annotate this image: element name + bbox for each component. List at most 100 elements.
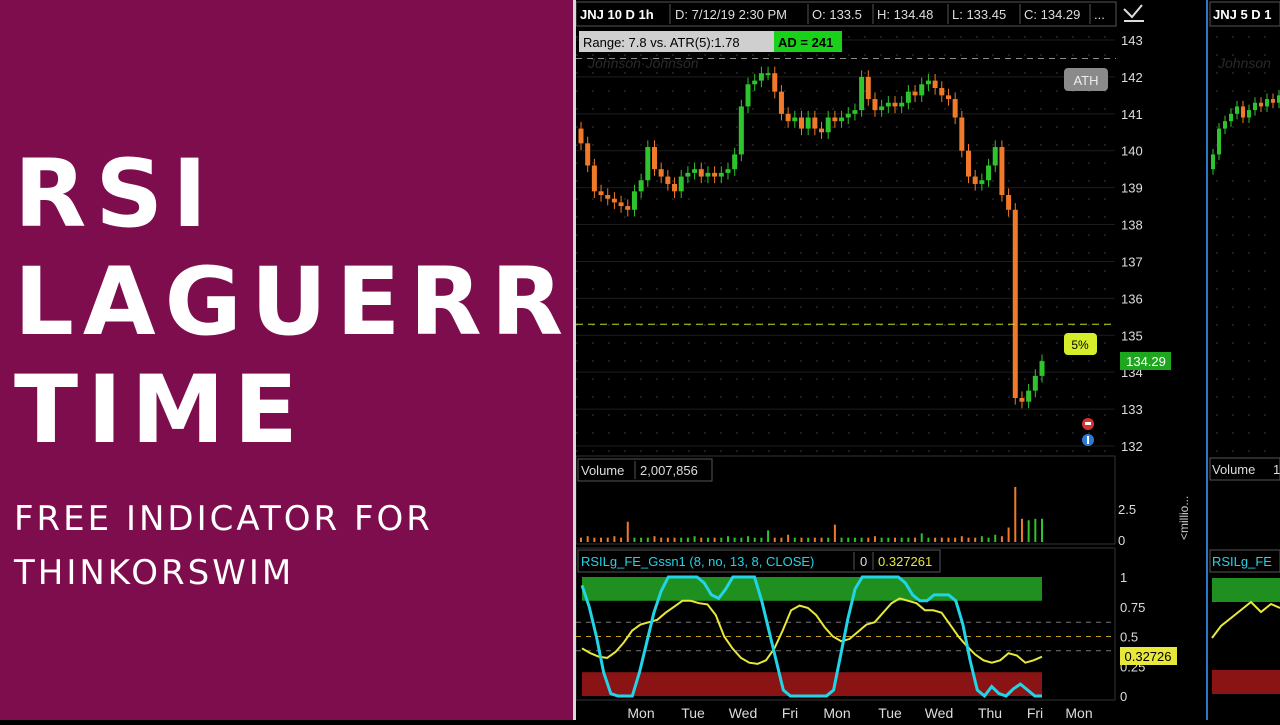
symbol-label[interactable]: JNJ 10 D 1h <box>580 7 654 22</box>
time-label: Thu <box>978 705 1002 720</box>
candle-body <box>792 117 798 122</box>
candle-body <box>665 176 671 184</box>
rsi-tick-label: 0 <box>1120 689 1127 704</box>
title-banner: RSI LAGUERRE TIME FREE INDICATOR FOR THI… <box>0 0 636 720</box>
ad-label: AD = 241 <box>778 35 833 50</box>
candle-body <box>1019 398 1025 402</box>
volume-bar <box>807 537 810 542</box>
chart-area[interactable]: 132 133 134 135 136 137 138 139 140 141 142 143 JNJ… <box>575 0 1280 721</box>
side-price-panel[interactable] <box>1210 28 1280 452</box>
time-label: Mon <box>1065 705 1092 720</box>
candle-body <box>718 172 724 177</box>
side-symbol-label[interactable]: JNJ 5 D 1 <box>1213 7 1272 22</box>
volume-bar <box>700 537 703 542</box>
volume-bar <box>686 537 689 542</box>
volume-bar <box>907 537 910 542</box>
candle-body <box>819 128 825 133</box>
volume-unit: <millio... <box>1177 496 1191 540</box>
candle-body <box>1026 390 1032 402</box>
volume-bar <box>847 537 850 542</box>
volume-bar <box>1041 518 1043 542</box>
more-menu-button[interactable]: ... <box>1094 7 1105 22</box>
range-label: Range: 7.8 vs. ATR(5):1.78 <box>583 35 740 50</box>
side-rsi-label: RSILg_FE <box>1212 554 1272 569</box>
high-label: H: 134.48 <box>877 7 933 22</box>
price-tick-label: 141 <box>1121 107 1143 122</box>
candle-body <box>658 169 664 177</box>
candle-body <box>705 172 711 177</box>
candle-body <box>618 202 624 207</box>
volume-bar <box>726 536 729 542</box>
candle-body <box>672 183 678 192</box>
side-oversold-zone <box>1212 670 1280 694</box>
side-candle-body <box>1241 106 1245 118</box>
volume-bar <box>1007 527 1010 542</box>
volume-bar <box>1020 518 1023 542</box>
volume-bar <box>967 537 970 542</box>
candle-body <box>725 169 731 173</box>
candle-body <box>1006 195 1012 210</box>
volume-bar <box>840 537 843 542</box>
candle-body <box>745 84 751 107</box>
volume-bar <box>793 537 796 542</box>
candle-body <box>631 191 637 210</box>
time-label: Wed <box>925 705 954 720</box>
volume-bar <box>673 537 676 542</box>
candle-body <box>698 169 704 177</box>
candle-body <box>1039 361 1045 376</box>
volume-bar <box>813 537 816 542</box>
candle-body <box>578 128 584 144</box>
time-label: Mon <box>823 705 850 720</box>
dividend-icon[interactable] <box>1082 434 1094 446</box>
candle-body <box>966 150 972 177</box>
candle-body <box>932 80 938 88</box>
open-label: O: 133.5 <box>812 7 862 22</box>
candle-body <box>692 169 698 173</box>
candle-body <box>925 80 931 85</box>
candle-body <box>839 117 845 122</box>
price-tick-label: 136 <box>1121 291 1143 306</box>
volume-bar <box>660 537 663 542</box>
volume-bar <box>873 536 876 542</box>
candle-body <box>598 191 604 196</box>
candle-body <box>899 102 905 107</box>
volume-bar <box>753 537 756 542</box>
volume-bar <box>706 537 709 542</box>
volume-bar <box>894 537 897 542</box>
price-tick-label: 135 <box>1121 328 1143 343</box>
title-line-1: RSI <box>14 140 217 249</box>
rsi-tick-label: 0.75 <box>1120 600 1145 615</box>
candle-body <box>625 206 631 210</box>
volume-bar <box>787 534 790 542</box>
side-candle-body <box>1229 113 1233 122</box>
volume-bar <box>974 537 977 542</box>
rsi-flag: 0 <box>860 554 867 569</box>
volume-bar <box>900 537 903 542</box>
time-label: Tue <box>681 705 705 720</box>
ath-tag[interactable]: ATH <box>1064 68 1108 91</box>
volume-bar <box>666 537 669 542</box>
earnings-icon[interactable] <box>1082 418 1094 430</box>
volume-bar <box>887 537 890 542</box>
candle-body <box>1012 209 1018 399</box>
candle-body <box>765 73 771 76</box>
side-overbought-zone <box>1212 578 1280 602</box>
candle-body <box>852 110 858 114</box>
candle-body <box>805 117 811 129</box>
five-percent-tag[interactable]: 5% <box>1064 333 1097 355</box>
volume-bar <box>827 537 830 542</box>
candle-body <box>859 76 865 111</box>
volume-bar <box>653 536 656 542</box>
candle-body <box>778 91 784 114</box>
candle-body <box>885 102 891 107</box>
candle-body <box>1032 375 1038 391</box>
volume-bar <box>767 530 770 542</box>
rsi-last-tag: 0.32726 <box>1120 647 1177 665</box>
volume-bar <box>740 537 743 542</box>
candle-body <box>678 176 684 192</box>
candle-body <box>892 102 898 107</box>
rsi-last-label: 0.32726 <box>1125 649 1172 664</box>
time-label: Mon <box>627 705 654 720</box>
drawing-tool-icon[interactable] <box>1120 2 1148 26</box>
volume-bar <box>880 537 883 542</box>
